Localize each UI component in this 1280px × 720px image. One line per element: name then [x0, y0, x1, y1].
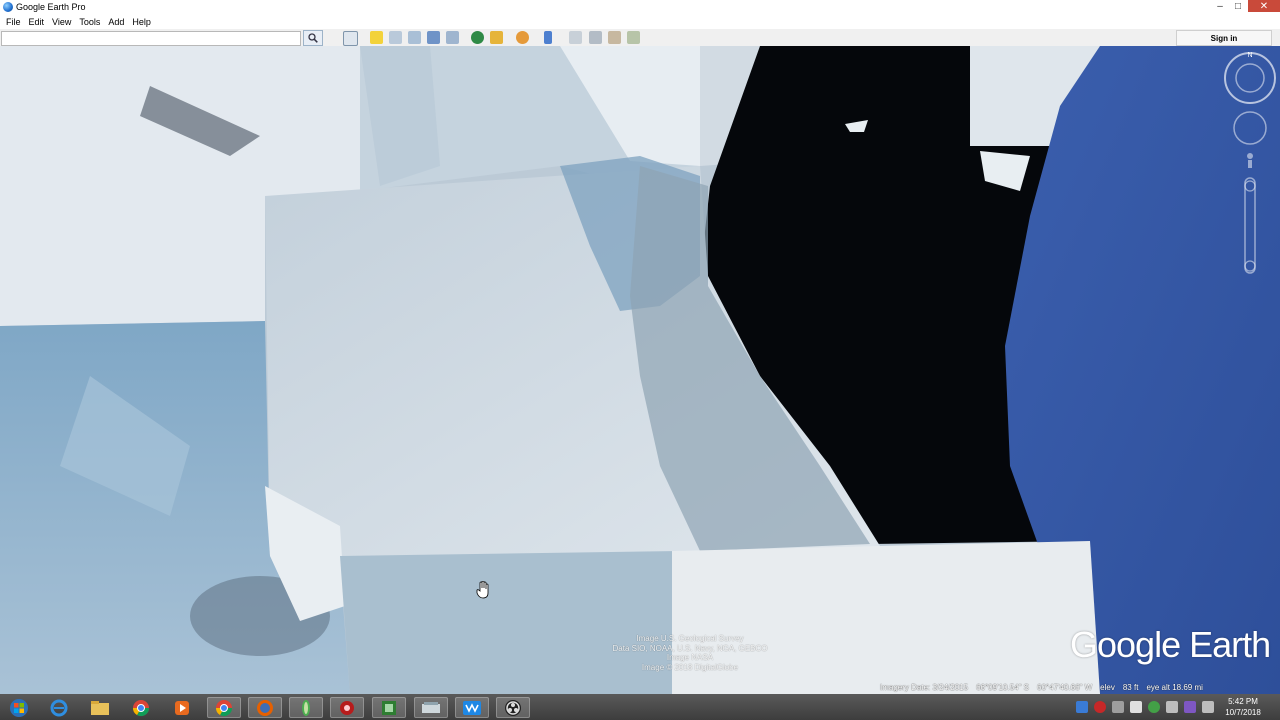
obs-icon[interactable] [496, 697, 530, 718]
dropbox-icon[interactable] [1076, 701, 1088, 713]
spreadsheet-icon[interactable] [372, 697, 406, 718]
chrome-icon[interactable] [124, 697, 158, 718]
attribution-line: Data SIO, NOAA, U.S. Navy, NGA, GEBCO [612, 643, 768, 653]
attribution-line: Image © 2018 DigitalGlobe [641, 662, 739, 672]
sign-in-button[interactable]: Sign in [1176, 30, 1272, 46]
map-view[interactable]: N Image U.S. Geological Survey Data SIO,… [0, 46, 1280, 694]
eye-altitude: eye alt 18.69 mi [1146, 682, 1203, 692]
navigation-controls: N [1224, 52, 1276, 274]
save-image-icon[interactable] [608, 31, 621, 44]
menu-bar: File Edit View Tools Add Help [0, 14, 1280, 29]
print-icon[interactable] [589, 31, 602, 44]
system-tray [1076, 694, 1220, 720]
sunlight-icon[interactable] [490, 31, 503, 44]
google-earth-logo: Google Earth [1070, 624, 1271, 665]
attribution-line: Image U.S. Geological Survey [636, 634, 744, 643]
security-icon[interactable] [1148, 701, 1160, 713]
compass-north-letter: N [1247, 52, 1252, 59]
firefox-icon[interactable] [248, 697, 282, 718]
latitude: 66°09'10.54" S [976, 682, 1030, 692]
historical-imagery-icon[interactable] [471, 31, 484, 44]
menu-view[interactable]: View [52, 17, 71, 27]
display-icon[interactable] [1202, 701, 1214, 713]
satellite-imagery [0, 46, 1280, 694]
settings-icon[interactable] [1112, 701, 1124, 713]
search-icon [308, 33, 318, 43]
sidebar-toggle-icon[interactable] [343, 31, 358, 46]
menu-file[interactable]: File [6, 17, 21, 27]
minimize-button[interactable]: – [1212, 0, 1228, 12]
image-overlay-icon[interactable] [427, 31, 440, 44]
record-tour-icon[interactable] [446, 31, 459, 44]
start-button[interactable] [2, 697, 36, 718]
clock-time: 5:42 PM [1228, 697, 1258, 706]
search-button[interactable] [303, 30, 323, 46]
title-bar: Google Earth Pro [0, 0, 1280, 14]
window-title: Google Earth Pro [16, 2, 86, 12]
email-icon[interactable] [569, 31, 582, 44]
chrome-icon-2[interactable] [207, 697, 241, 718]
imagery-attribution: Image U.S. Geological Survey Data SIO, N… [540, 634, 840, 672]
placemark-icon[interactable] [370, 31, 383, 44]
system-clock[interactable]: 5:42 PM 10/7/2018 [1216, 696, 1270, 718]
elevation-value: 83 ft [1122, 682, 1139, 692]
elevation-label: elev [1100, 682, 1115, 692]
compass-ring[interactable]: N [1224, 52, 1276, 104]
media-player-icon[interactable] [165, 697, 199, 718]
menu-help[interactable]: Help [132, 17, 151, 27]
toolbar: Sign in [0, 29, 1280, 47]
volume-icon[interactable] [1130, 701, 1142, 713]
taskbar: 5:42 PM 10/7/2018 [0, 694, 1280, 720]
network-icon[interactable] [1184, 701, 1196, 713]
look-joystick[interactable] [1233, 111, 1267, 145]
notification-icon[interactable] [1166, 701, 1178, 713]
maximize-button[interactable]: □ [1230, 0, 1246, 12]
menu-edit[interactable]: Edit [29, 17, 45, 27]
polygon-icon[interactable] [389, 31, 402, 44]
view-in-maps-icon[interactable] [627, 31, 640, 44]
street-view-pegman-icon[interactable] [1247, 153, 1253, 168]
game-icon[interactable] [330, 697, 364, 718]
clock-date: 10/7/2018 [1225, 708, 1261, 717]
google-earth-icon[interactable] [289, 697, 323, 718]
menu-tools[interactable]: Tools [79, 17, 100, 27]
close-button[interactable]: ✕ [1248, 0, 1280, 12]
planets-icon[interactable] [516, 31, 529, 44]
path-icon[interactable] [408, 31, 421, 44]
internet-explorer-icon[interactable] [42, 697, 76, 718]
imagery-date: Imagery Date: 3/24/2015 [880, 682, 969, 692]
attribution-line: Image NASA [666, 653, 714, 662]
screen-recorder-icon[interactable] [455, 697, 489, 718]
zoom-slider[interactable] [1244, 177, 1256, 274]
ruler-icon[interactable] [544, 31, 552, 44]
search-input[interactable] [1, 31, 301, 46]
longitude: 60°47'40.66" W [1037, 682, 1093, 692]
scanner-icon[interactable] [414, 697, 448, 718]
menu-add[interactable]: Add [108, 17, 124, 27]
file-explorer-icon[interactable] [83, 697, 117, 718]
status-bar: Imagery Date: 3/24/2015 66°09'10.54" S 6… [880, 680, 1280, 694]
google-earth-app-icon [3, 2, 13, 12]
hand-cursor-icon [476, 581, 489, 599]
antivirus-icon[interactable] [1094, 701, 1106, 713]
